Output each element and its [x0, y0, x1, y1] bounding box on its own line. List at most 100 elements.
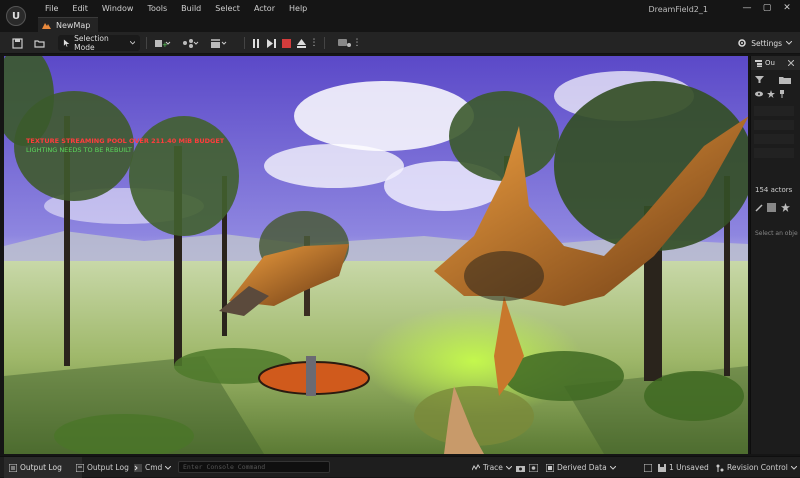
level-viewport[interactable]: TEXTURE STREAMING POOL OVER 211.40 MiB B… [4, 56, 748, 454]
record-icon[interactable] [529, 464, 538, 472]
close-icon[interactable] [787, 60, 794, 66]
menu-tools[interactable]: Tools [140, 3, 174, 15]
cursor-icon [63, 38, 70, 47]
viewport-warning-texture-streaming: TEXTURE STREAMING POOL OVER 211.40 MiB B… [26, 137, 225, 145]
outliner-tab-label: Ou [765, 59, 775, 67]
tab-output-log[interactable]: Output Log [4, 457, 82, 478]
pause-button[interactable] [250, 35, 262, 51]
output-log-tab-label: Output Log [20, 463, 62, 472]
save-icon [658, 463, 666, 472]
platforms-menu-button[interactable]: ⋮ [353, 35, 362, 51]
eject-icon [296, 38, 306, 48]
cinematics-button[interactable] [208, 35, 230, 51]
project-name: DreamField2_1 [648, 5, 708, 14]
cmd-dropdown[interactable]: Cmd [134, 461, 172, 474]
toolbar-divider [324, 37, 325, 49]
eye-icon[interactable] [755, 91, 763, 97]
menu-actor[interactable]: Actor [247, 3, 282, 15]
log-icon [76, 463, 84, 472]
tab-label: NewMap [56, 20, 91, 30]
trace-icon [472, 463, 480, 470]
content-browser-button[interactable] [32, 35, 46, 51]
camera-icon[interactable] [516, 464, 525, 472]
selection-mode-dropdown[interactable]: Selection Mode [58, 34, 140, 52]
status-bar: Output Log Output Log Cmd Enter Console … [0, 456, 800, 478]
details-empty-hint: Select an obje [755, 230, 798, 237]
main-toolbar: Selection Mode + ⋮ ⋮ Settings [0, 32, 800, 54]
menu-edit[interactable]: Edit [65, 3, 95, 15]
output-log-button[interactable]: Output Log [76, 461, 129, 474]
outliner-row[interactable] [754, 106, 794, 116]
save-button[interactable] [10, 35, 24, 51]
terminal-icon [134, 463, 142, 472]
platforms-button[interactable] [336, 35, 352, 51]
pin-icon[interactable] [779, 90, 785, 98]
chevron-down-icon [505, 465, 512, 470]
maximize-button[interactable]: ▢ [760, 3, 774, 13]
folder-icon [33, 39, 45, 48]
console-command-input[interactable]: Enter Console Command [178, 461, 330, 473]
chevron-down-icon [165, 465, 172, 470]
blueprint-icon [183, 38, 199, 48]
edit-icon[interactable] [755, 204, 763, 212]
skip-forward-icon [266, 38, 276, 48]
chevron-down-icon [609, 465, 616, 470]
add-actor-button[interactable]: + [152, 35, 174, 51]
output-log-label: Output Log [87, 463, 129, 472]
title-bar: U File Edit Window Tools Build Select Ac… [0, 0, 800, 32]
revision-control-dropdown[interactable]: Revision Control [716, 461, 797, 474]
map-icon [42, 23, 51, 29]
outliner-panel: Ou 154 actors Select an obje [750, 56, 800, 454]
unsaved-file-icon[interactable] [644, 464, 652, 472]
svg-text:+: + [162, 41, 168, 49]
platforms-icon [337, 39, 351, 47]
trace-dropdown[interactable]: Trace [472, 461, 512, 474]
play-options-button[interactable]: ⋮ [310, 35, 319, 51]
toolbar-divider [244, 37, 245, 49]
outliner-row[interactable] [754, 120, 794, 130]
derived-data-label: Derived Data [557, 463, 607, 472]
details-icon[interactable] [767, 203, 776, 212]
add-folder-icon[interactable] [779, 75, 791, 84]
tab-outliner[interactable]: Ou [751, 56, 800, 70]
filter-icon[interactable] [755, 76, 764, 83]
revision-control-label: Revision Control [727, 463, 788, 472]
derived-data-dropdown[interactable]: Derived Data [546, 461, 616, 474]
menu-help[interactable]: Help [282, 3, 314, 15]
add-cube-icon: + [155, 39, 171, 49]
outliner-icon [755, 59, 762, 67]
stop-icon [281, 38, 291, 48]
gear-icon [738, 39, 746, 47]
close-button[interactable]: ✕ [780, 3, 794, 13]
outliner-row[interactable] [754, 134, 794, 144]
viewport-warning-lighting: LIGHTING NEEDS TO BE REBUILT [26, 146, 132, 154]
settings-label: Settings [751, 38, 782, 48]
log-icon [9, 463, 17, 472]
pause-icon [253, 38, 259, 48]
menu-select[interactable]: Select [208, 3, 247, 15]
menu-window[interactable]: Window [95, 3, 141, 15]
step-forward-button[interactable] [265, 35, 277, 51]
cmd-label: Cmd [145, 463, 163, 472]
unsaved-button[interactable]: 1 Unsaved [658, 461, 709, 474]
clapperboard-icon [211, 38, 227, 48]
eject-button[interactable] [295, 35, 307, 51]
outliner-row[interactable] [754, 148, 794, 158]
unreal-logo-icon[interactable]: U [6, 6, 26, 26]
blueprints-button[interactable] [180, 35, 202, 51]
toolbar-divider [146, 37, 147, 49]
menu-build[interactable]: Build [174, 3, 208, 15]
scene-render [4, 56, 748, 454]
menu-file[interactable]: File [38, 3, 65, 15]
unsaved-label: 1 Unsaved [669, 463, 709, 472]
revision-control-icon [716, 464, 724, 472]
minimize-button[interactable]: — [740, 3, 754, 13]
chevron-down-icon [129, 41, 135, 45]
menu-bar: File Edit Window Tools Build Select Acto… [38, 3, 314, 15]
selection-mode-label: Selection Mode [74, 34, 109, 52]
favorite-star-icon[interactable] [781, 203, 790, 212]
stop-button[interactable] [280, 35, 292, 51]
star-icon[interactable] [767, 90, 775, 98]
settings-button[interactable]: Settings [737, 35, 792, 51]
tab-newmap[interactable]: NewMap [38, 17, 99, 32]
